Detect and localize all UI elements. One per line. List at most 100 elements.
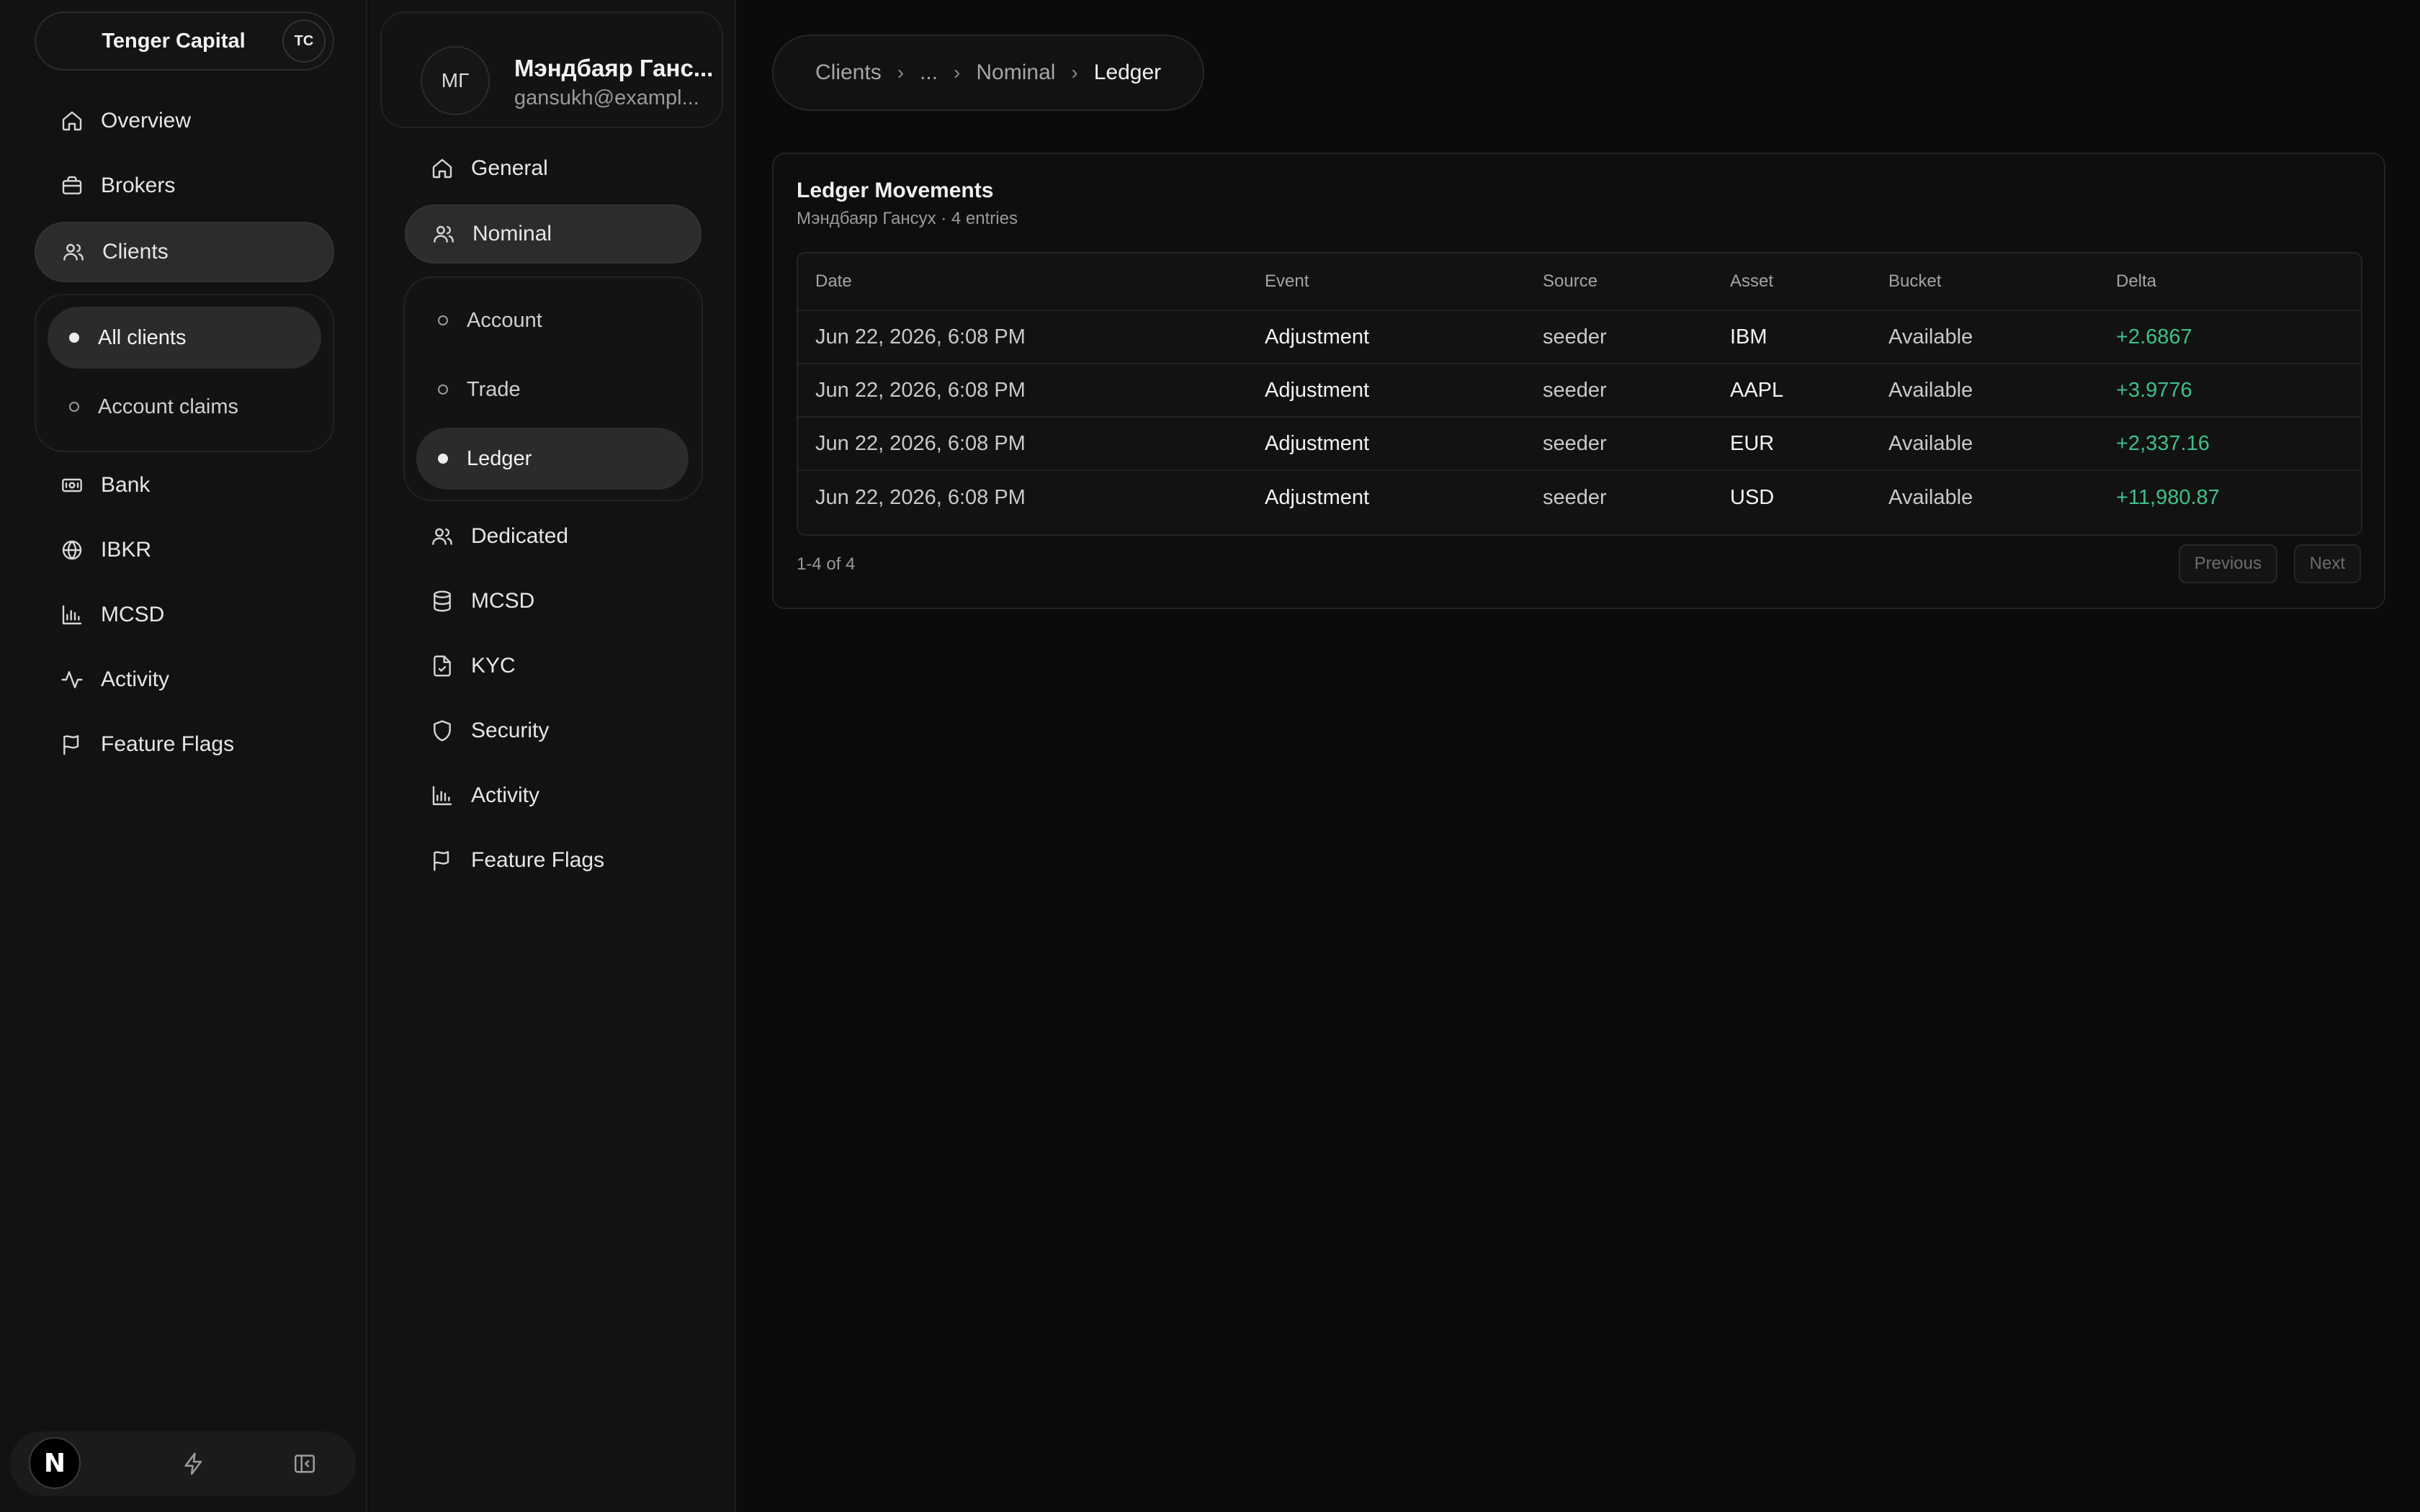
previous-page-button[interactable]: Previous [2178, 544, 2277, 583]
client-email: gansukh@exampl... [514, 86, 699, 109]
subnav-ledger[interactable]: Ledger [416, 428, 689, 490]
home-icon [431, 157, 454, 180]
cell-asset: USD [1730, 485, 1775, 509]
inactive-dot-icon [438, 315, 448, 325]
cell-date: Jun 22, 2026, 6:08 PM [815, 378, 1026, 402]
org-badge: TC [282, 19, 326, 63]
cell-asset: AAPL [1730, 378, 1784, 402]
flag-icon [431, 849, 454, 872]
client-nav-activity[interactable]: Activity [405, 766, 702, 825]
client-name: Мэндбаяр Ганс... [514, 55, 714, 81]
table-row[interactable]: Jun 22, 2026, 6:08 PM Adjustment seeder … [798, 471, 2361, 524]
client-nav-dedicated[interactable]: Dedicated [405, 507, 702, 566]
subnav-label: Trade [467, 377, 521, 401]
lightning-icon[interactable] [182, 1452, 206, 1476]
users-icon [62, 240, 85, 264]
client-panel: МГ Мэндбаяр Ганс... gansukh@exampl... Ge… [369, 0, 736, 1512]
client-nav-security[interactable]: Security [405, 701, 702, 760]
cell-delta: +2.6867 [2116, 325, 2192, 348]
sidebar-item-activity[interactable]: Activity [35, 649, 334, 710]
column-header-bucket: Bucket [1888, 271, 1942, 291]
briefcase-icon [60, 174, 84, 197]
home-icon [60, 109, 84, 132]
client-nav-label: MCSD [471, 589, 535, 613]
flag-icon [60, 733, 84, 756]
sidebar-item-brokers[interactable]: Brokers [35, 156, 334, 216]
sidebar-item-overview[interactable]: Overview [35, 91, 334, 151]
pagination-range: 1-4 of 4 [797, 554, 856, 574]
sidebar-footer: N [10, 1431, 356, 1496]
client-profile-card[interactable]: МГ Мэндбаяр Ганс... gansukh@exampl... [380, 12, 723, 128]
cell-bucket: Available [1888, 485, 1973, 509]
next-page-button[interactable]: Next [2293, 544, 2361, 583]
org-switcher[interactable]: Tenger Capital TC [35, 12, 334, 71]
cell-delta: +3.9776 [2116, 378, 2192, 402]
column-header-asset: Asset [1730, 271, 1774, 291]
sidebar-item-ibkr[interactable]: IBKR [35, 520, 334, 580]
sidebar-item-label: Clients [102, 240, 169, 264]
client-nav-label: General [471, 156, 548, 180]
card-subtitle: Мэндбаяр Гансух · 4 entries [797, 209, 1018, 228]
cell-bucket: Available [1888, 325, 1973, 348]
table-row[interactable]: Jun 22, 2026, 6:08 PM Adjustment seeder … [798, 311, 2361, 364]
sidebar-item-mcsd[interactable]: MCSD [35, 585, 334, 645]
app-root: Tenger Capital TC Overview Brokers Clien… [0, 0, 2420, 1512]
inactive-dot-icon [69, 402, 79, 412]
app-logo-button[interactable]: N [29, 1437, 81, 1489]
client-nav-label: Security [471, 719, 550, 742]
logo-letter: N [43, 1448, 66, 1478]
collapse-sidebar-icon[interactable] [292, 1452, 317, 1476]
cell-event: Adjustment [1265, 378, 1370, 402]
breadcrumb-nominal[interactable]: Nominal [976, 60, 1055, 85]
chevron-right-icon: › [897, 61, 905, 84]
client-nav-general[interactable]: General [405, 139, 702, 198]
cell-asset: EUR [1730, 431, 1775, 455]
table-row[interactable]: Jun 22, 2026, 6:08 PM Adjustment seeder … [798, 418, 2361, 471]
sidebar-item-feature-flags[interactable]: Feature Flags [35, 714, 334, 775]
table-header: Date Event Source Asset Bucket Delta [798, 253, 2361, 311]
column-header-source: Source [1543, 271, 1598, 291]
breadcrumb-clients[interactable]: Clients [815, 60, 882, 85]
cell-date: Jun 22, 2026, 6:08 PM [815, 485, 1026, 509]
org-name: Tenger Capital [102, 29, 246, 53]
bar-chart-icon [60, 603, 84, 626]
client-nav-nominal[interactable]: Nominal [405, 204, 702, 264]
subnav-account-claims[interactable]: Account claims [48, 376, 321, 438]
subnav-all-clients[interactable]: All clients [48, 307, 321, 369]
subnav-trade[interactable]: Trade [416, 359, 689, 420]
file-check-icon [431, 654, 454, 678]
bar-chart-icon [431, 784, 454, 807]
cell-source: seeder [1543, 485, 1607, 509]
subnav-account[interactable]: Account [416, 289, 689, 351]
sidebar-item-label: Feature Flags [101, 732, 235, 756]
cell-date: Jun 22, 2026, 6:08 PM [815, 325, 1026, 348]
active-dot-icon [69, 333, 79, 343]
breadcrumb-ellipsis[interactable]: ... [920, 60, 938, 85]
card-title: Ledger Movements [797, 179, 994, 202]
cell-source: seeder [1543, 325, 1607, 348]
client-nav-feature-flags[interactable]: Feature Flags [405, 831, 702, 890]
table-row[interactable]: Jun 22, 2026, 6:08 PM Adjustment seeder … [798, 364, 2361, 418]
subnav-label: Account [467, 308, 542, 332]
shield-icon [431, 719, 454, 742]
subnav-label: All clients [98, 325, 187, 349]
ledger-card: Ledger Movements Мэндбаяр Гансух · 4 ent… [772, 153, 2385, 609]
client-nav-mcsd[interactable]: MCSD [405, 572, 702, 631]
sidebar-item-clients[interactable]: Clients [35, 222, 334, 282]
sidebar-item-label: Activity [101, 667, 170, 691]
cell-bucket: Available [1888, 431, 1973, 455]
globe-icon [60, 539, 84, 562]
client-nav-label: Nominal [472, 222, 552, 246]
cell-event: Adjustment [1265, 485, 1370, 509]
cell-date: Jun 22, 2026, 6:08 PM [815, 431, 1026, 455]
users-icon [431, 525, 454, 548]
active-dot-icon [438, 454, 448, 464]
client-nav-kyc[interactable]: KYC [405, 636, 702, 696]
sidebar-item-bank[interactable]: Bank [35, 455, 334, 516]
column-header-event: Event [1265, 271, 1309, 291]
client-nav-label: Activity [471, 783, 540, 807]
users-icon [432, 222, 455, 246]
cell-asset: IBM [1730, 325, 1767, 348]
sidebar-item-label: MCSD [101, 603, 165, 626]
breadcrumb-current: Ledger [1093, 60, 1162, 84]
